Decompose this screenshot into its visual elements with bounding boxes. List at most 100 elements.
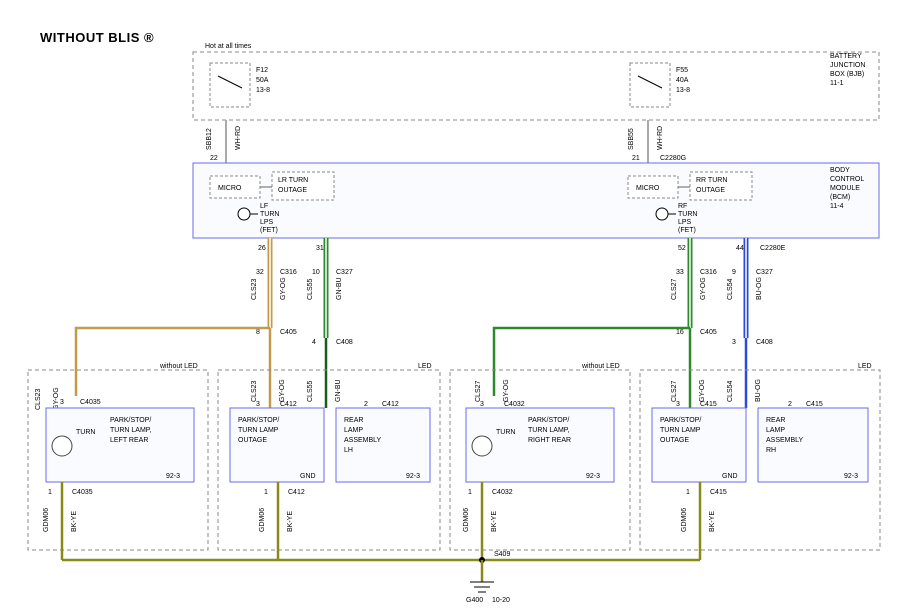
zone-d: LED CLS27 GY-OG 3 C415 PARK/STOP/ TURN L…: [640, 363, 880, 560]
svg-text:3: 3: [676, 401, 680, 408]
svg-text:1: 1: [686, 489, 690, 496]
svg-text:92-3: 92-3: [586, 473, 600, 480]
svg-text:(FET): (FET): [260, 227, 278, 234]
svg-text:TURN LAMP,: TURN LAMP,: [528, 427, 570, 434]
svg-text:LPS: LPS: [260, 219, 274, 226]
bjb-label-3: BOX (BJB): [830, 71, 864, 78]
svg-text:C316: C316: [280, 269, 297, 276]
bjb-label-1: BATTERY: [830, 53, 862, 60]
svg-text:31: 31: [316, 245, 324, 252]
svg-text:C415: C415: [700, 401, 717, 408]
svg-text:C405: C405: [700, 329, 717, 336]
svg-text:ASSEMBLY: ASSEMBLY: [344, 437, 382, 444]
fuse-f55: F55 40A 13-8: [630, 63, 690, 107]
svg-text:LF: LF: [260, 203, 268, 210]
svg-text:MICRO: MICRO: [218, 185, 242, 192]
svg-text:CLS54: CLS54: [727, 380, 734, 402]
svg-text:GDM06: GDM06: [681, 508, 688, 532]
svg-text:GY-OG: GY-OG: [503, 379, 510, 402]
svg-text:2: 2: [364, 401, 368, 408]
svg-text:GN-BU: GN-BU: [336, 277, 343, 300]
svg-text:BU-OG: BU-OG: [755, 379, 762, 402]
svg-text:TURN LAMP: TURN LAMP: [238, 427, 279, 434]
svg-text:C4032: C4032: [504, 401, 525, 408]
svg-text:CLS54: CLS54: [727, 278, 734, 300]
svg-text:C4032: C4032: [492, 489, 513, 496]
svg-text:CLS23: CLS23: [251, 278, 258, 300]
svg-text:BU-OG: BU-OG: [756, 277, 763, 300]
ground-symbol: [470, 582, 494, 592]
svg-text:ASSEMBLY: ASSEMBLY: [766, 437, 804, 444]
svg-text:PARK/STOP/: PARK/STOP/: [660, 417, 701, 424]
svg-text:92-3: 92-3: [844, 473, 858, 480]
w-sbb55: SBB55: [628, 128, 635, 150]
svg-text:OUTAGE: OUTAGE: [660, 437, 689, 444]
svg-text:13-8: 13-8: [676, 87, 690, 94]
svg-text:C415: C415: [710, 489, 727, 496]
svg-text:GY-OG: GY-OG: [279, 379, 286, 402]
svg-text:1: 1: [264, 489, 268, 496]
svg-text:3: 3: [732, 339, 736, 346]
svg-text:8: 8: [256, 329, 260, 336]
svg-text:C2280G: C2280G: [660, 155, 686, 162]
svg-text:C327: C327: [336, 269, 353, 276]
splice-label: S409: [494, 551, 510, 558]
hot-note: Hot at all times: [205, 43, 252, 50]
svg-text:TURN LAMP: TURN LAMP: [660, 427, 701, 434]
svg-text:CLS27: CLS27: [671, 278, 678, 300]
svg-text:52: 52: [678, 245, 686, 252]
svg-text:GY-OG: GY-OG: [280, 277, 287, 300]
svg-text:11-4: 11-4: [830, 203, 844, 210]
svg-text:GDM06: GDM06: [259, 508, 266, 532]
ground-ref: 10-20: [492, 597, 510, 604]
w-sbb12: SBB12: [206, 128, 213, 150]
svg-text:GN-BU: GN-BU: [335, 379, 342, 402]
svg-text:REAR: REAR: [766, 417, 785, 424]
svg-text:CLS23: CLS23: [35, 388, 42, 410]
svg-text:C405: C405: [280, 329, 297, 336]
svg-text:LEFT REAR: LEFT REAR: [110, 437, 148, 444]
svg-text:GDM06: GDM06: [43, 508, 50, 532]
svg-text:RIGHT REAR: RIGHT REAR: [528, 437, 571, 444]
svg-text:3: 3: [60, 399, 64, 406]
svg-text:C2280E: C2280E: [760, 245, 786, 252]
svg-text:GY-OG: GY-OG: [699, 379, 706, 402]
svg-text:16: 16: [676, 329, 684, 336]
svg-text:TURN: TURN: [496, 429, 515, 436]
svg-text:LH: LH: [344, 447, 353, 454]
svg-text:50A: 50A: [256, 77, 269, 84]
svg-text:BK-YE: BK-YE: [709, 511, 716, 532]
svg-text:C412: C412: [382, 401, 399, 408]
wire-cls23-top: CLS23 GY-OG 32 C316 8 C405: [251, 238, 297, 336]
svg-text:TURN: TURN: [76, 429, 95, 436]
svg-text:CLS27: CLS27: [475, 380, 482, 402]
svg-text:13-8: 13-8: [256, 87, 270, 94]
svg-text:without LED: without LED: [159, 363, 198, 370]
svg-text:PARK/STOP/: PARK/STOP/: [238, 417, 279, 424]
svg-text:TURN LAMP,: TURN LAMP,: [110, 427, 152, 434]
wire-cls55-top: CLS55 GN-BU 10 C327 4 C408: [307, 238, 353, 346]
svg-text:92-3: 92-3: [406, 473, 420, 480]
wire-cls27-top: CLS27 GY-OG 33 C316 16 C405: [671, 238, 717, 336]
svg-text:GY-OG: GY-OG: [700, 277, 707, 300]
zone-c: without LED CLS27 GY-OG 3 C4032 PARK/STO…: [450, 363, 630, 560]
fuse-f12: F12 50A 13-8: [210, 63, 270, 107]
svg-text:RR TURN: RR TURN: [696, 177, 727, 184]
svg-text:1: 1: [468, 489, 472, 496]
w-sbb12-c: WH-RD: [235, 126, 242, 150]
svg-text:C408: C408: [756, 339, 773, 346]
svg-text:REAR: REAR: [344, 417, 363, 424]
svg-text:without LED: without LED: [581, 363, 620, 370]
svg-text:33: 33: [676, 269, 684, 276]
svg-text:C408: C408: [336, 339, 353, 346]
svg-text:F55: F55: [676, 67, 688, 74]
svg-text:BK-YE: BK-YE: [71, 511, 78, 532]
svg-text:CLS55: CLS55: [307, 380, 314, 402]
svg-text:PARK/STOP/: PARK/STOP/: [528, 417, 569, 424]
bjb-ref: 11-1: [830, 80, 844, 87]
svg-text:GND: GND: [722, 473, 738, 480]
wiring-diagram: WITHOUT BLIS ® Hot at all times BATTERY …: [0, 0, 908, 610]
svg-text:10: 10: [312, 269, 320, 276]
svg-text:(BCM): (BCM): [830, 194, 850, 201]
svg-text:3: 3: [480, 401, 484, 408]
